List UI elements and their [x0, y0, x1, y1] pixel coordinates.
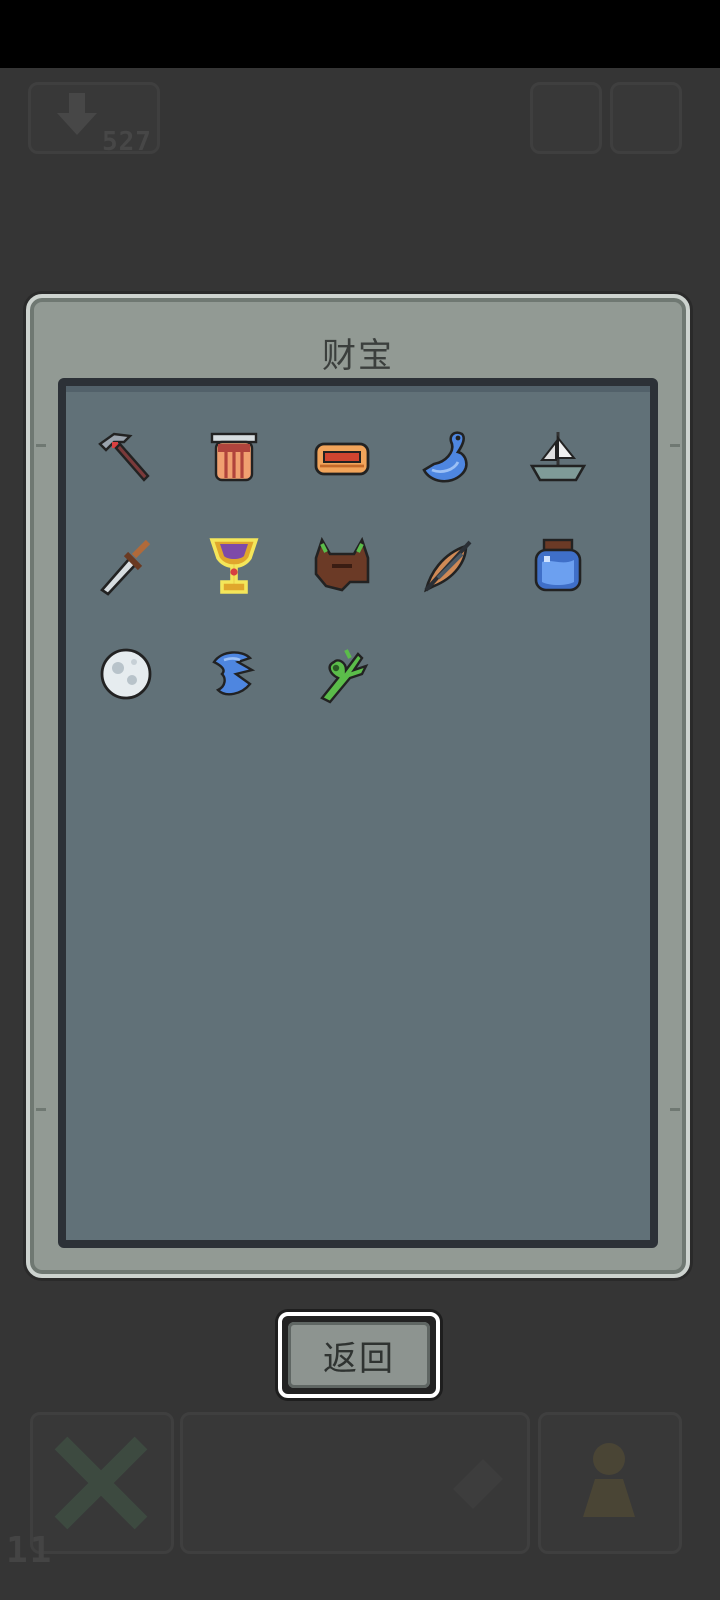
- return-button-label: 返回: [288, 1322, 430, 1388]
- treasure-feather-quill[interactable]: [414, 530, 486, 602]
- jar-icon: [534, 538, 582, 592]
- treasure-chest[interactable]: [306, 422, 378, 494]
- treasure-list: [58, 378, 658, 1248]
- treasure-sailing-ship[interactable]: [522, 422, 594, 494]
- game-screen: 527 11 财宝 返回: [0, 0, 720, 1600]
- treasure-water-jar[interactable]: [522, 530, 594, 602]
- treasure-blue-claw[interactable]: [198, 638, 270, 710]
- quill-icon: [424, 540, 472, 593]
- crossed-swords-icon: [54, 1436, 148, 1530]
- hammer-icon: [453, 1459, 503, 1509]
- treasure-striped-urn[interactable]: [198, 422, 270, 494]
- download-arrow-icon: [57, 93, 97, 135]
- treasure-moon-orb[interactable]: [90, 638, 162, 710]
- panel-title: 财宝: [322, 336, 394, 376]
- treasure-pickaxe[interactable]: [90, 422, 162, 494]
- rivet: [36, 444, 46, 447]
- treasure-golden-chalice[interactable]: [198, 530, 270, 602]
- treasure-short-sword[interactable]: [90, 530, 162, 602]
- rivet: [670, 444, 680, 447]
- chalice-icon: [209, 538, 259, 594]
- top-right-button-2: [610, 82, 682, 154]
- background-counter: 527: [102, 127, 152, 157]
- serpent-icon: [422, 431, 468, 483]
- return-button[interactable]: 返回: [278, 1312, 440, 1398]
- ship-icon: [529, 432, 587, 482]
- helmet-icon: [314, 536, 370, 592]
- sword-icon: [100, 539, 151, 596]
- status-bar: [0, 0, 720, 68]
- claw-icon: [212, 651, 256, 696]
- rivet: [36, 1108, 46, 1111]
- treasure-green-sprout-key[interactable]: [306, 638, 378, 710]
- treasure-blue-serpent[interactable]: [414, 422, 486, 494]
- urn-icon: [210, 432, 258, 482]
- rivet: [670, 1108, 680, 1111]
- moon-orb-icon: [100, 648, 152, 700]
- chest-icon: [314, 442, 370, 476]
- pickaxe-icon: [98, 432, 150, 482]
- sprout-key-icon: [320, 649, 369, 704]
- treasure-panel: 财宝: [26, 294, 690, 1278]
- top-right-button-1: [530, 82, 602, 154]
- bottom-right-tile: [538, 1412, 682, 1554]
- treasure-horned-helmet[interactable]: [306, 530, 378, 602]
- bottom-center-tile: [180, 1412, 530, 1554]
- hero-icon: [583, 1443, 635, 1517]
- background-level: 11: [6, 1530, 54, 1571]
